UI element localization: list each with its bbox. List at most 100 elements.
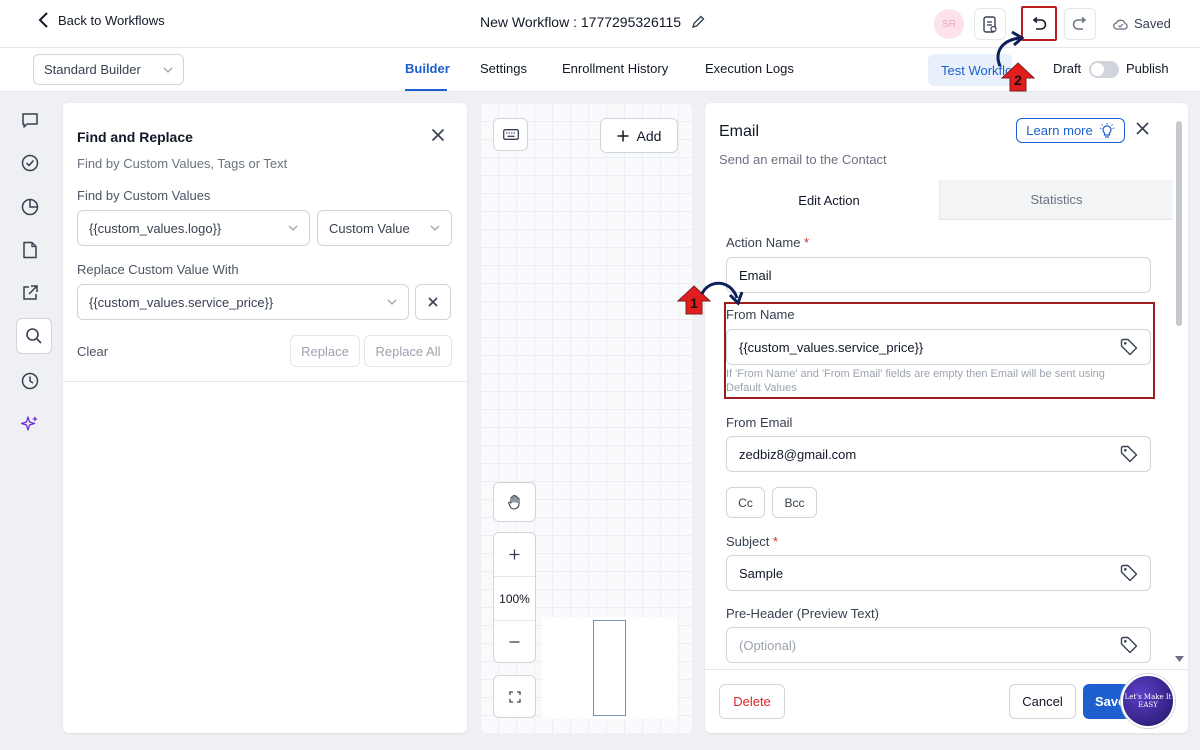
divider xyxy=(705,669,1188,670)
watermark-logo: Let's Make It EASY xyxy=(1121,674,1175,728)
file-icon[interactable] xyxy=(18,238,42,262)
clear-replace-button[interactable] xyxy=(415,284,451,320)
tab-builder[interactable]: Builder xyxy=(405,61,450,76)
input-placeholder: (Optional) xyxy=(739,637,797,653)
delete-button[interactable]: Delete xyxy=(719,684,785,719)
step-number: 1 xyxy=(690,295,698,311)
clock-icon[interactable] xyxy=(18,369,42,393)
replace-label: Replace Custom Value With xyxy=(77,262,239,277)
chevron-left-icon xyxy=(38,12,50,28)
chevron-down-icon xyxy=(387,299,397,305)
find-value-select[interactable]: {{custom_values.logo}} xyxy=(77,210,310,246)
replace-value-select[interactable]: {{custom_values.service_price}} xyxy=(77,284,409,320)
replace-value: {{custom_values.service_price}} xyxy=(89,294,274,310)
fit-screen-icon xyxy=(508,690,521,703)
scroll-down-arrow[interactable] xyxy=(1175,656,1184,662)
keyboard-button[interactable] xyxy=(493,118,528,151)
builder-select[interactable]: Standard Builder xyxy=(33,54,184,85)
watermark-text: Let's Make It EASY xyxy=(1124,693,1172,709)
tab-edit-action[interactable]: Edit Action xyxy=(719,180,939,220)
undo-icon xyxy=(1031,16,1047,31)
active-tab-indicator xyxy=(405,89,447,91)
saved-label: Saved xyxy=(1134,16,1171,31)
highlight-box xyxy=(724,302,1155,399)
minus-icon xyxy=(509,641,520,643)
plus-icon xyxy=(617,130,629,142)
hand-icon xyxy=(507,494,522,510)
find-type: Custom Value xyxy=(329,220,410,236)
tab-execution-logs[interactable]: Execution Logs xyxy=(705,61,794,76)
replace-button[interactable]: Replace xyxy=(290,335,360,367)
minimap[interactable] xyxy=(542,617,678,719)
add-label: Add xyxy=(636,127,662,144)
tab-enrollment-history[interactable]: Enrollment History xyxy=(562,61,668,76)
zoom-level: 100% xyxy=(499,591,530,606)
back-label: Back to Workflows xyxy=(58,12,165,28)
add-button[interactable]: Add xyxy=(600,118,678,153)
learn-more-button[interactable]: Learn more xyxy=(1016,118,1125,143)
minimap-viewport[interactable] xyxy=(593,620,626,716)
toggle-knob xyxy=(1091,63,1104,76)
chevron-down-icon xyxy=(430,225,440,231)
required-mark: * xyxy=(773,534,779,549)
zoom-out-button[interactable] xyxy=(494,621,535,663)
chevron-down-icon xyxy=(163,67,173,73)
input-value: zedbiz8@gmail.com xyxy=(739,446,857,462)
zoom-in-button[interactable] xyxy=(494,533,535,576)
sparkles-icon[interactable] xyxy=(18,412,42,436)
cc-button[interactable]: Cc xyxy=(726,487,765,518)
find-type-select[interactable]: Custom Value xyxy=(317,210,452,246)
label-text: Action Name xyxy=(726,235,801,250)
tag-icon[interactable] xyxy=(1120,564,1138,582)
publish-label: Publish xyxy=(1126,61,1169,76)
tag-icon[interactable] xyxy=(1120,445,1138,463)
left-rail xyxy=(4,92,56,744)
external-link-icon[interactable] xyxy=(18,281,42,305)
panel-title: Email xyxy=(719,123,760,140)
scrollbar-thumb[interactable] xyxy=(1176,121,1182,326)
pan-button[interactable] xyxy=(493,482,536,522)
subject-label: Subject * xyxy=(726,534,778,549)
tag-icon[interactable] xyxy=(1120,636,1138,654)
find-replace-panel: Find and Replace Find by Custom Values, … xyxy=(63,103,467,733)
bcc-button[interactable]: Bcc xyxy=(772,487,817,518)
close-icon xyxy=(428,297,438,307)
close-icon[interactable] xyxy=(431,128,445,142)
keyboard-icon xyxy=(502,129,519,140)
find-value: {{custom_values.logo}} xyxy=(89,220,222,236)
clear-link[interactable]: Clear xyxy=(77,344,108,359)
replace-all-button[interactable]: Replace All xyxy=(364,335,452,367)
avatar[interactable]: SR xyxy=(934,9,964,39)
message-icon[interactable] xyxy=(18,108,42,132)
find-label: Find by Custom Values xyxy=(77,188,211,203)
step-number: 2 xyxy=(1014,72,1022,88)
back-to-workflows-link[interactable]: Back to Workflows xyxy=(38,12,165,28)
publish-toggle[interactable] xyxy=(1089,61,1119,78)
learn-more-label: Learn more xyxy=(1026,123,1093,138)
saved-status: Saved xyxy=(1113,16,1171,31)
close-icon[interactable] xyxy=(1136,122,1149,135)
action-name-input[interactable]: Email xyxy=(726,257,1151,293)
preheader-input[interactable]: (Optional) xyxy=(726,627,1151,663)
redo-button[interactable] xyxy=(1064,8,1096,40)
fit-screen-button[interactable] xyxy=(493,675,536,718)
pie-chart-icon[interactable] xyxy=(18,195,42,219)
zoom-controls: 100% xyxy=(493,532,536,663)
subject-input[interactable]: Sample xyxy=(726,555,1151,591)
tab-settings[interactable]: Settings xyxy=(480,61,527,76)
pencil-icon[interactable] xyxy=(691,15,705,29)
workflow-canvas[interactable]: Add 100% xyxy=(480,103,692,733)
panel-subtitle: Send an email to the Contact xyxy=(719,152,887,167)
cloud-check-icon xyxy=(1113,18,1128,30)
builder-select-value: Standard Builder xyxy=(44,62,141,77)
search-icon[interactable] xyxy=(16,318,52,354)
cancel-button[interactable]: Cancel xyxy=(1009,684,1076,719)
required-mark: * xyxy=(804,235,810,250)
workflow-name: New Workflow : 1777295326115 xyxy=(480,14,682,30)
workflow-title: New Workflow : 1777295326115 xyxy=(480,14,705,30)
divider xyxy=(63,381,467,382)
check-circle-icon[interactable] xyxy=(18,151,42,175)
tab-statistics[interactable]: Statistics xyxy=(939,180,1173,220)
from-email-input[interactable]: zedbiz8@gmail.com xyxy=(726,436,1151,472)
bulb-icon xyxy=(1099,122,1115,139)
